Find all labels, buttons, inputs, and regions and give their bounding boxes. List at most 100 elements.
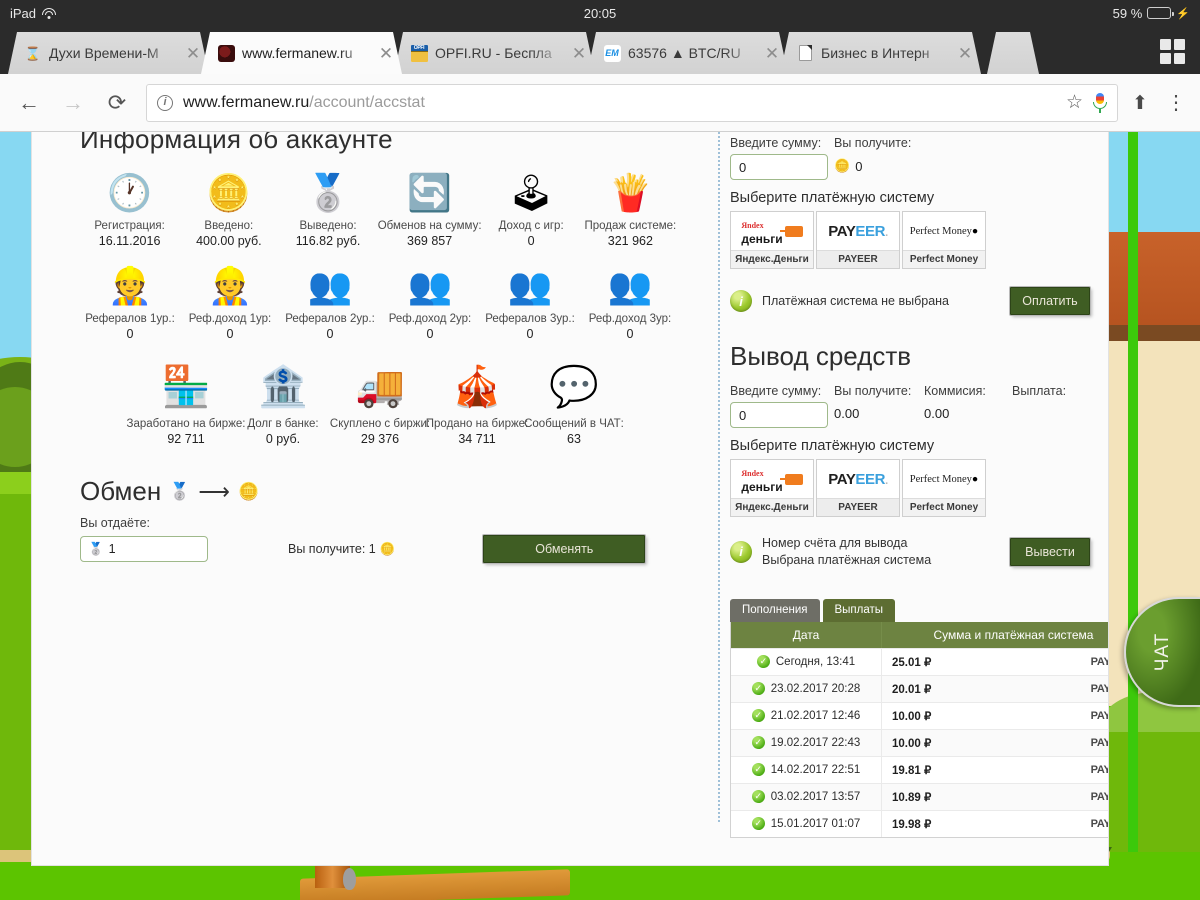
workers-icon: 👷 [107,265,153,306]
arrow-left-icon[interactable]: ← [14,88,44,118]
wifi-icon [42,7,57,19]
deposit-amount-input[interactable]: 0 [730,154,828,180]
arrow-right-icon[interactable]: → [58,88,88,118]
kebab-menu-icon[interactable]: ⋮ [1166,93,1186,113]
payeer-logo: PAYEER. [1090,790,1108,803]
deposit-amount-label: Введите сумму: [730,136,822,150]
tab-close-button[interactable]: ✕ [764,45,780,62]
payment-system-payeer[interactable]: PAYEER. PAYEER [816,211,900,269]
hourglass-icon: ⌛ [24,45,42,61]
deposit-payment-systems: Яndex деньги Яндекс.Деньги PAYEER. PAYEER… [730,211,1090,269]
browser-tab[interactable]: ⌛ Духи Времени-М ✕ [8,32,209,74]
payment-system-caption: Яндекс.Деньги [731,250,813,268]
payment-system-perfect-money[interactable]: Perfect Money● Perfect Money [902,211,986,269]
exchange-button[interactable]: Обменять [483,535,646,563]
tab-payouts[interactable]: Выплаты [822,598,896,622]
check-circle-icon: ✓ [751,790,765,804]
perfect-money-logo: Perfect Money● [903,460,985,498]
withdraw-note: Номер счёта для вывода Выбрана платёжная… [762,535,931,569]
table-row: ✓ 21.02.2017 12:46 10.00 ₽ PAYEER. [731,701,1108,729]
stat-label: Рефералов 3ур.: [485,313,575,325]
withdraw-amount-input[interactable]: 0 [730,402,828,428]
withdraw-button[interactable]: Вывести [1010,537,1090,566]
table-row: ✓ Сегодня, 13:41 25.01 ₽ PAYEER. [731,647,1108,675]
market-stall-icon: 🏪 [161,365,211,409]
withdraw-payout-label: Выплата: [1012,384,1067,398]
history-tabs: Пополнения Выплаты [730,598,1090,622]
exchange-give-input[interactable]: 🥈 1 [80,536,208,562]
row-amount: 10.89 ₽ [892,791,932,804]
gold-coin-icon: 🪙 [379,541,396,556]
tab-close-button[interactable]: ✕ [571,45,587,62]
tab-title: Бизнес в Интерн [821,45,930,61]
stat-label: Реф.доход 3ур: [588,313,672,325]
stat-item: 👥 Рефералов 2ур.: 0 [280,262,380,342]
stat-value: 0 [326,327,334,341]
reload-icon[interactable]: ⟳ [102,88,132,118]
row-amount: 10.00 ₽ [892,737,932,750]
stat-value: 0 [626,327,634,341]
tab-close-button[interactable]: ✕ [378,45,394,62]
arrow-right-icon: ⟶ [198,478,230,504]
microphone-icon[interactable] [1093,92,1107,113]
row-date: 19.02.2017 22:43 [770,736,861,749]
payment-system-caption: PAYEER [817,250,899,268]
silver-coin-icon: 🥈 [88,541,104,556]
exchange-receive-label: Вы получите: 1 [288,542,376,556]
stat-value: 0 [527,234,535,248]
payeer-logo: PAYEER. [1090,736,1108,749]
browser-tab[interactable]: EM 63576 ▲ BTC/RU ✕ [587,32,788,74]
deposit-block: Введите сумму: 0 Вы получите: 🪙 0 Выбери… [730,136,1090,315]
row-date: Сегодня, 13:41 [775,655,856,668]
table-row: ✓ 14.02.2017 22:51 19.81 ₽ PAYEER. [731,755,1108,783]
stat-value: 321 962 [607,234,653,248]
share-icon[interactable]: ⬆ [1132,92,1152,114]
browser-tab[interactable]: Бизнес в Интерн ✕ [780,32,981,74]
payment-system-perfect-money[interactable]: Perfect Money● Perfect Money [902,459,986,517]
table-row: ✓ 03.02.2017 13:57 10.89 ₽ PAYEER. [731,782,1108,810]
grid-icon[interactable] [1160,39,1186,65]
gold-coin-icon: 🪙 [237,481,260,501]
backdrop-bird [343,868,356,890]
info-circle-icon[interactable]: i [157,94,173,111]
browser-tab-active[interactable]: www.fermanew.ru ✕ [201,32,402,74]
payeer-logo: PAYEER. [1090,763,1108,776]
payment-system-yandex-money[interactable]: Яndex деньги Яндекс.Деньги [730,459,814,517]
withdraw-receive-value: 0.00 [834,406,860,421]
exchange-give-label: Вы отдаёте: [80,516,150,530]
exchange-coins-icon: 🔄 [407,172,453,213]
browser-tab[interactable]: OPFI OPFI.RU - Беспла ✕ [394,32,595,74]
star-icon[interactable]: ☆ [1066,91,1083,114]
url-text: www.fermanew.ru/account/accstat [183,94,1056,112]
stat-value: 92 711 [167,432,205,446]
stat-value: 0 [126,327,134,341]
workers-coins-icon: 👷 [207,265,253,306]
backdrop-stripe-right [1128,132,1138,900]
payment-system-yandex-money[interactable]: Яndex деньги Яндекс.Деньги [730,211,814,269]
column-divider [718,132,720,822]
payment-system-payeer[interactable]: PAYEER. PAYEER [816,459,900,517]
withdraw-amount-label: Введите сумму: [730,384,822,398]
stat-value: 29 376 [360,432,400,446]
payment-system-caption: Perfect Money [903,250,985,268]
payments-section: Введите сумму: 0 Вы получите: 🪙 0 Выбери… [730,132,1108,838]
stat-item: 🏪 Заработано на бирже: 92 711 [127,359,246,446]
stat-item: 💬 Сообщений в ЧАТ: 63 [524,359,624,446]
stat-item: 👥 Рефералов 3ур.: 0 [480,262,580,342]
tab-close-button[interactable]: ✕ [185,45,201,62]
check-circle-icon: ✓ [751,736,765,750]
stat-label: Реф.доход 2ур: [388,313,472,325]
stat-label: Реф.доход 1ур: [188,313,272,325]
withdraw-choose-ps-label: Выберите платёжную систему [730,438,935,454]
ios-status-bar: iPad 20:05 59 % ⚡ [0,0,1200,26]
status-bar-left: iPad [10,6,57,21]
tab-close-button[interactable]: ✕ [957,45,973,62]
stat-label: Рефералов 2ур.: [285,313,375,325]
pay-button[interactable]: Оплатить [1010,287,1090,315]
stat-item: 🕹 Доход с игр: 0 [482,169,581,249]
stat-value: 400.00 руб. [196,234,262,248]
new-tab-placeholder[interactable] [987,32,1039,74]
address-bar[interactable]: i www.fermanew.ru/account/accstat ☆ [146,83,1118,122]
tab-deposits[interactable]: Пополнения [730,598,820,622]
chat-bubbles-icon: 💬 [549,365,599,409]
